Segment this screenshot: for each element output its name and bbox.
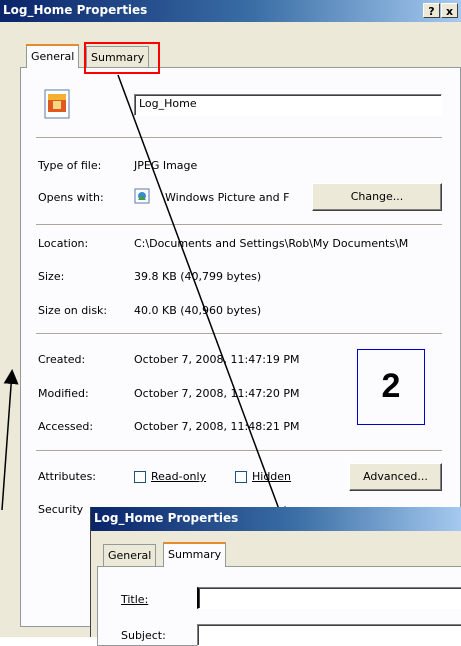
second-properties-window: Log_Home Properties General Summary Titl… [90, 507, 461, 646]
subject-field-label: Subject: [121, 629, 166, 642]
title-field[interactable] [197, 587, 461, 609]
tab-general[interactable]: General [26, 44, 80, 68]
second-tab-summary[interactable]: Summary [163, 542, 227, 567]
second-window-title: Log_Home Properties [94, 511, 239, 525]
title-field-label: Title: [121, 593, 149, 606]
subject-field[interactable] [197, 624, 461, 646]
arrow-side [1, 369, 19, 511]
second-window-titlebar[interactable]: Log_Home Properties [91, 507, 461, 531]
second-tab-general[interactable]: General [103, 544, 157, 566]
arrow-summary-to-window [117, 74, 286, 523]
